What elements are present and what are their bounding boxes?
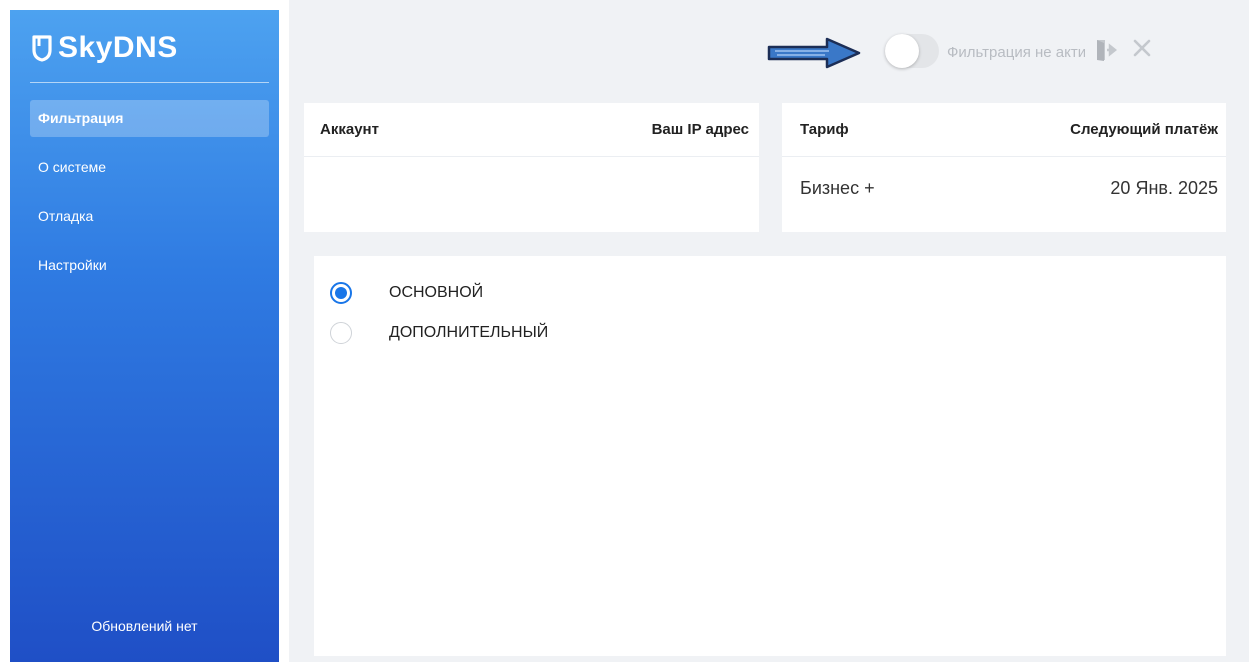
close-icon[interactable] [1132,38,1152,58]
sidebar-item-label: Фильтрация [38,110,124,126]
logo-divider [30,82,269,83]
logo-text: SkyDNS [58,31,178,64]
tariff-card: Тариф Следующий платёж Бизнес + 20 Янв. … [782,103,1226,232]
sidebar-item-debug[interactable]: Отладка [30,198,269,235]
filter-status-label: Фильтрация не активна [947,44,1085,61]
top-bar: Фильтрация не активна [289,10,1249,90]
tariff-card-body: Бизнес + 20 Янв. 2025 [782,157,1226,231]
app-logo: SkyDNS [30,28,178,68]
tariff-card-header: Тариф Следующий платёж [782,103,1226,157]
arrow-right-icon [767,37,861,69]
sidebar-item-settings[interactable]: Настройки [30,247,269,284]
logo-shield-icon [32,35,52,62]
updates-status: Обновлений нет [91,618,198,634]
account-card-body [304,157,759,231]
sidebar-item-filtering[interactable]: Фильтрация [30,100,269,137]
ip-label: Ваш IP адрес [651,121,749,138]
profile-option-main[interactable]: ОСНОВНОЙ [330,282,483,304]
filter-toggle[interactable] [885,34,939,68]
next-payment-value: 20 Янв. 2025 [1110,177,1218,198]
profiles-panel: ОСНОВНОЙ ДОПОЛНИТЕЛЬНЫЙ [314,256,1226,656]
profile-option-label: ОСНОВНОЙ [389,284,484,301]
profile-option-label: ДОПОЛНИТЕЛЬНЫЙ [389,324,549,341]
exit-icon[interactable] [1095,39,1117,61]
tariff-label: Тариф [800,121,849,138]
account-card: Аккаунт Ваш IP адрес [304,103,759,232]
account-label: Аккаунт [320,121,379,138]
account-card-header: Аккаунт Ваш IP адрес [304,103,759,157]
sidebar: SkyDNS Фильтрация О системе Отладка Наст… [0,0,289,662]
sidebar-nav: Фильтрация О системе Отладка Настройки [30,100,269,296]
sidebar-item-label: О системе [38,159,107,175]
sidebar-item-label: Отладка [38,208,94,224]
tariff-value: Бизнес + [800,177,875,198]
next-payment-label: Следующий платёж [1070,121,1218,138]
radio-main[interactable] [330,282,352,304]
sidebar-item-about[interactable]: О системе [30,149,269,186]
sidebar-item-label: Настройки [38,257,107,273]
toggle-knob [885,34,919,68]
radio-additional[interactable] [330,322,352,344]
profile-option-additional[interactable]: ДОПОЛНИТЕЛЬНЫЙ [330,322,548,344]
